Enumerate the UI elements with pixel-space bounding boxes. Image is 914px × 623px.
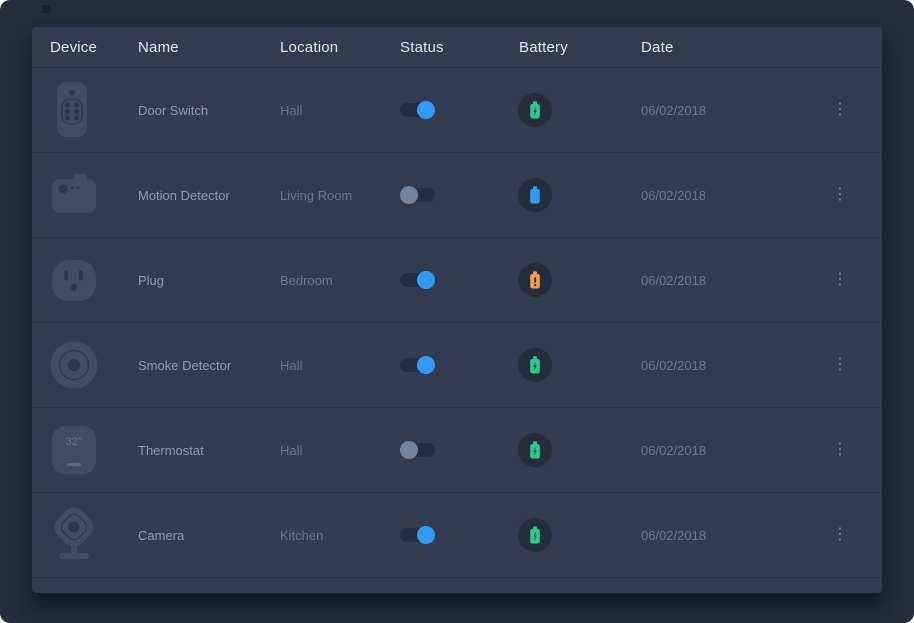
- table-row: Door Switch Hall 06/02/2018 ⋮: [32, 67, 882, 152]
- column-header-device: Device: [50, 39, 138, 56]
- table-footer-spacer: [32, 577, 882, 600]
- thermostat-temperature: 32°: [66, 436, 83, 448]
- device-name: Camera: [138, 528, 280, 543]
- device-name: Thermostat: [138, 443, 280, 458]
- battery-indicator: [518, 433, 552, 467]
- battery-charging-icon: [528, 355, 542, 375]
- device-table-card: Device Name Location Status Battery Date…: [32, 27, 882, 593]
- device-date: 06/02/2018: [641, 188, 820, 203]
- table-row: Plug Bedroom 06/02/2018 ⋮: [32, 237, 882, 322]
- device-location: Bedroom: [280, 273, 400, 288]
- toggle-knob: [400, 441, 418, 459]
- battery-full-icon: [528, 185, 542, 205]
- device-icon-cell: 32°: [50, 420, 98, 480]
- battery-indicator: [518, 518, 552, 552]
- device-name: Plug: [138, 273, 280, 288]
- toggle-knob: [417, 271, 435, 289]
- status-toggle[interactable]: [400, 528, 435, 542]
- table-row: Camera Kitchen 06/02/2018 ⋮: [32, 492, 882, 577]
- device-date: 06/02/2018: [641, 273, 820, 288]
- toggle-knob: [417, 526, 435, 544]
- remote-icon: [50, 80, 98, 140]
- device-date: 06/02/2018: [641, 358, 820, 373]
- motion-detector-icon: [50, 165, 98, 225]
- toggle-knob: [417, 101, 435, 119]
- device-location: Hall: [280, 358, 400, 373]
- device-name: Motion Detector: [138, 188, 280, 203]
- row-menu-button[interactable]: ⋮: [830, 442, 850, 458]
- device-location: Living Room: [280, 188, 400, 203]
- battery-charging-icon: [528, 440, 542, 460]
- row-menu-button[interactable]: ⋮: [830, 187, 850, 203]
- toggle-knob: [400, 186, 418, 204]
- device-date: 06/02/2018: [641, 103, 820, 118]
- row-menu-button[interactable]: ⋮: [830, 102, 850, 118]
- app-screen: Device Name Location Status Battery Date…: [0, 0, 914, 623]
- table-header: Device Name Location Status Battery Date: [32, 27, 882, 67]
- status-toggle[interactable]: [400, 443, 435, 457]
- table-row: Motion Detector Living Room 06/02/2018 ⋮: [32, 152, 882, 237]
- battery-indicator: [518, 263, 552, 297]
- device-icon-cell: [50, 250, 98, 310]
- camera-icon: [50, 505, 98, 565]
- table-row: 32° Thermostat Hall 06/02/2018 ⋮: [32, 407, 882, 492]
- smoke-detector-icon: [50, 335, 98, 395]
- table-row: Smoke Detector Hall 06/02/2018 ⋮: [32, 322, 882, 407]
- status-toggle[interactable]: [400, 188, 435, 202]
- battery-alert-icon: [528, 270, 542, 290]
- column-header-date: Date: [641, 39, 820, 56]
- device-icon-cell: [50, 80, 98, 140]
- status-toggle[interactable]: [400, 273, 435, 287]
- column-header-name: Name: [138, 39, 280, 56]
- row-menu-button[interactable]: ⋮: [830, 527, 850, 543]
- device-icon-cell: [50, 335, 98, 395]
- row-menu-button[interactable]: ⋮: [830, 272, 850, 288]
- column-header-location: Location: [280, 39, 400, 56]
- column-header-battery: Battery: [519, 39, 641, 56]
- device-date: 06/02/2018: [641, 528, 820, 543]
- toggle-knob: [417, 356, 435, 374]
- battery-indicator: [518, 93, 552, 127]
- column-header-status: Status: [400, 39, 519, 56]
- battery-charging-icon: [528, 525, 542, 545]
- thermostat-icon: 32°: [50, 420, 98, 480]
- status-toggle[interactable]: [400, 103, 435, 117]
- plug-icon: [50, 250, 98, 310]
- battery-indicator: [518, 178, 552, 212]
- device-icon-cell: [50, 505, 98, 565]
- status-toggle[interactable]: [400, 358, 435, 372]
- device-icon-cell: [50, 165, 98, 225]
- device-location: Hall: [280, 443, 400, 458]
- row-menu-button[interactable]: ⋮: [830, 357, 850, 373]
- device-name: Smoke Detector: [138, 358, 280, 373]
- decorative-mark: [42, 5, 51, 13]
- battery-indicator: [518, 348, 552, 382]
- device-date: 06/02/2018: [641, 443, 820, 458]
- battery-charging-icon: [528, 100, 542, 120]
- device-location: Kitchen: [280, 528, 400, 543]
- device-location: Hall: [280, 103, 400, 118]
- device-name: Door Switch: [138, 103, 280, 118]
